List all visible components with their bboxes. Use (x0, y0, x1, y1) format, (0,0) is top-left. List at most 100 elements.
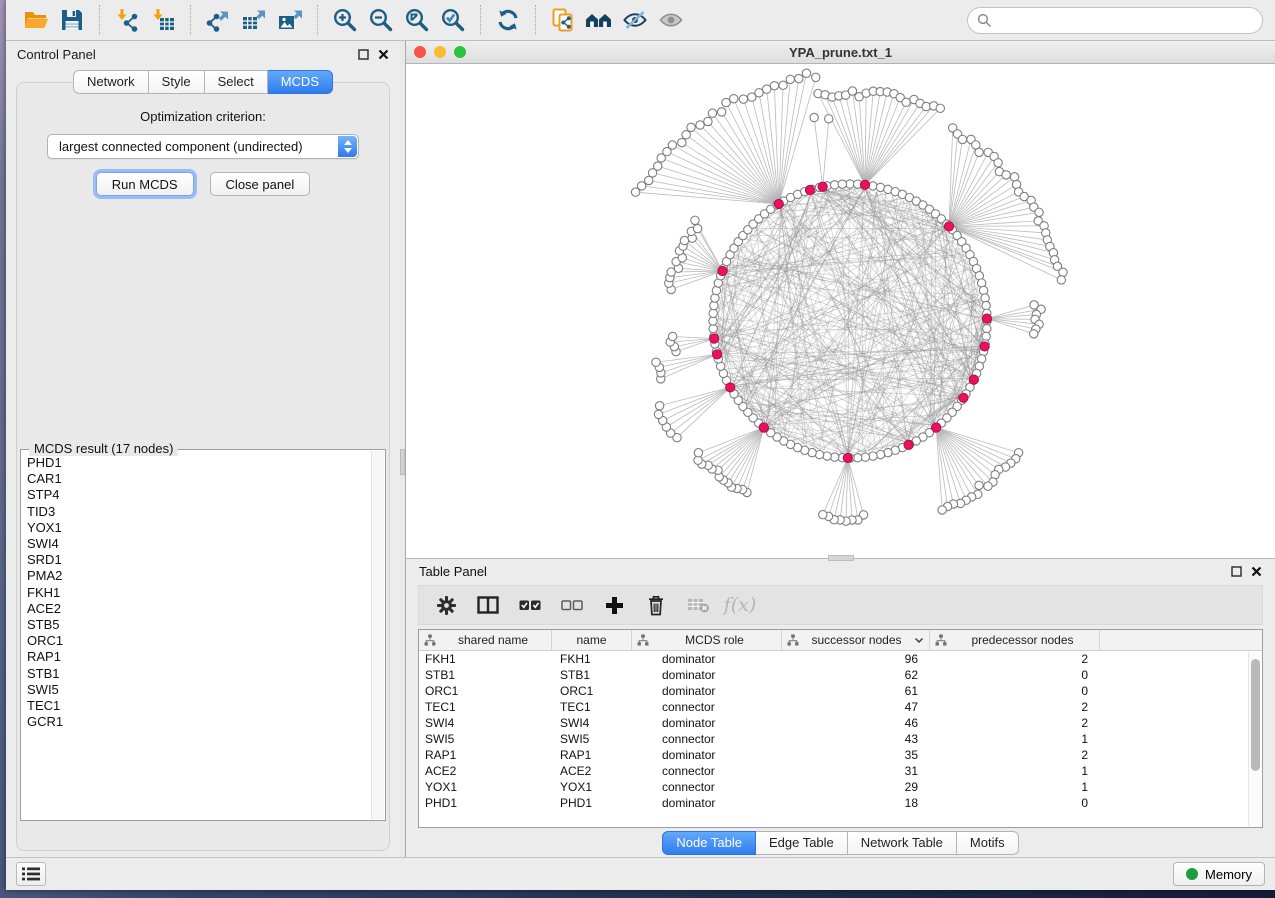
column-header-MCDS-role[interactable]: MCDS role (632, 630, 782, 650)
table-cell[interactable]: SWI5 (419, 732, 552, 746)
table-cell[interactable]: STB1 (419, 668, 552, 682)
show-all-button[interactable] (653, 4, 689, 36)
table-cell[interactable]: 96 (782, 652, 930, 666)
table-tab-network-table[interactable]: Network Table (848, 831, 957, 855)
mcds-result-item[interactable]: STB1 (27, 666, 368, 682)
table-cell[interactable]: dominator (632, 796, 782, 810)
criterion-dropdown[interactable]: largest connected component (undirected) (47, 134, 359, 159)
table-cell[interactable]: 43 (782, 732, 930, 746)
mcds-result-item[interactable]: CAR1 (27, 471, 368, 487)
window-zoom-icon[interactable] (454, 46, 466, 58)
table-cell[interactable]: 29 (782, 780, 930, 794)
table-tab-node-table[interactable]: Node Table (662, 831, 756, 855)
window-minimize-icon[interactable] (434, 46, 446, 58)
mcds-result-item[interactable]: STB5 (27, 617, 368, 633)
table-row[interactable]: YOX1YOX1connector291 (419, 779, 1262, 795)
first-neighbors-button[interactable] (581, 4, 617, 36)
column-header-shared-name[interactable]: shared name (419, 630, 552, 650)
mcds-result-item[interactable]: ORC1 (27, 633, 368, 649)
save-session-button[interactable] (54, 4, 90, 36)
float-panel-icon[interactable] (358, 49, 369, 60)
table-cell[interactable]: 62 (782, 668, 930, 682)
table-tab-motifs[interactable]: Motifs (957, 831, 1019, 855)
table-row[interactable]: ORC1ORC1dominator610 (419, 683, 1262, 699)
add-row-button[interactable] (593, 588, 635, 622)
zoom-out-button[interactable] (363, 4, 399, 36)
search-box[interactable] (967, 7, 1263, 34)
run-mcds-button[interactable]: Run MCDS (96, 172, 194, 196)
search-input[interactable] (998, 13, 1253, 28)
table-cell[interactable]: FKH1 (419, 652, 552, 666)
column-header-successor-nodes[interactable]: successor nodes (782, 630, 930, 650)
table-cell[interactable]: ACE2 (419, 764, 552, 778)
table-cell[interactable]: SWI5 (552, 732, 632, 746)
import-table-button[interactable] (145, 4, 181, 36)
table-cell[interactable]: dominator (632, 668, 782, 682)
table-cell[interactable]: STB1 (552, 668, 632, 682)
tab-mcds[interactable]: MCDS (268, 70, 333, 94)
table-cell[interactable]: 2 (930, 748, 1100, 762)
apply-function-button[interactable]: f(x) (719, 588, 761, 622)
close-panel-icon[interactable] (378, 49, 389, 60)
column-header-name[interactable]: name (552, 630, 632, 650)
memory-button[interactable]: Memory (1173, 862, 1265, 886)
select-all-button[interactable] (509, 588, 551, 622)
table-cell[interactable]: connector (632, 764, 782, 778)
mcds-result-list[interactable]: PHD1CAR1STP4TID3YOX1SWI4SRD1PMA2FKH1ACE2… (27, 455, 368, 818)
table-row[interactable]: SWI4SWI4dominator462 (419, 715, 1262, 731)
table-settings-button[interactable] (425, 588, 467, 622)
table-cell[interactable]: dominator (632, 748, 782, 762)
mcds-result-item[interactable]: YOX1 (27, 520, 368, 536)
table-cell[interactable]: SWI4 (552, 716, 632, 730)
table-cell[interactable]: 1 (930, 732, 1100, 746)
table-cell[interactable]: connector (632, 780, 782, 794)
table-cell[interactable]: 47 (782, 700, 930, 714)
table-cell[interactable]: 31 (782, 764, 930, 778)
table-cell[interactable]: connector (632, 700, 782, 714)
table-cell[interactable]: RAP1 (552, 748, 632, 762)
window-close-icon[interactable] (414, 46, 426, 58)
table-tab-edge-table[interactable]: Edge Table (756, 831, 848, 855)
show-column-panel-button[interactable] (467, 588, 509, 622)
table-cell[interactable]: 2 (930, 652, 1100, 666)
table-row[interactable]: FKH1FKH1dominator962 (419, 651, 1262, 667)
mcds-result-item[interactable]: FKH1 (27, 585, 368, 601)
table-cell[interactable]: 18 (782, 796, 930, 810)
column-header-predecessor-nodes[interactable]: predecessor nodes (930, 630, 1100, 650)
export-image-button[interactable] (272, 4, 308, 36)
zoom-selected-button[interactable] (435, 4, 471, 36)
network-window-titlebar[interactable]: YPA_prune.txt_1 (406, 41, 1275, 64)
tab-style[interactable]: Style (149, 70, 205, 94)
zoom-in-button[interactable] (327, 4, 363, 36)
import-network-button[interactable] (109, 4, 145, 36)
tab-select[interactable]: Select (205, 70, 268, 94)
mcds-result-item[interactable]: TEC1 (27, 698, 368, 714)
table-row[interactable]: PHD1PHD1dominator180 (419, 795, 1262, 811)
table-cell[interactable]: YOX1 (552, 780, 632, 794)
table-cell[interactable]: connector (632, 732, 782, 746)
table-cell[interactable]: ACE2 (552, 764, 632, 778)
result-scrollbar[interactable] (371, 451, 384, 819)
table-cell[interactable]: SWI4 (419, 716, 552, 730)
table-cell[interactable]: 0 (930, 796, 1100, 810)
mcds-result-item[interactable]: GCR1 (27, 714, 368, 730)
open-file-button[interactable] (18, 4, 54, 36)
delete-table-button[interactable] (677, 588, 719, 622)
network-graph[interactable] (406, 64, 1275, 558)
table-cell[interactable]: 0 (930, 684, 1100, 698)
table-cell[interactable]: TEC1 (552, 700, 632, 714)
table-cell[interactable]: PHD1 (552, 796, 632, 810)
table-cell[interactable]: dominator (632, 716, 782, 730)
table-cell[interactable]: 61 (782, 684, 930, 698)
deselect-all-button[interactable] (551, 588, 593, 622)
float-table-panel-icon[interactable] (1231, 566, 1242, 577)
table-cell[interactable]: TEC1 (419, 700, 552, 714)
zoom-fit-button[interactable] (399, 4, 435, 36)
export-table-button[interactable] (236, 4, 272, 36)
splitter-handle-icon[interactable] (400, 449, 405, 475)
table-cell[interactable]: ORC1 (419, 684, 552, 698)
table-cell[interactable]: FKH1 (552, 652, 632, 666)
mcds-result-item[interactable]: RAP1 (27, 649, 368, 665)
table-cell[interactable]: dominator (632, 684, 782, 698)
table-cell[interactable]: 2 (930, 700, 1100, 714)
